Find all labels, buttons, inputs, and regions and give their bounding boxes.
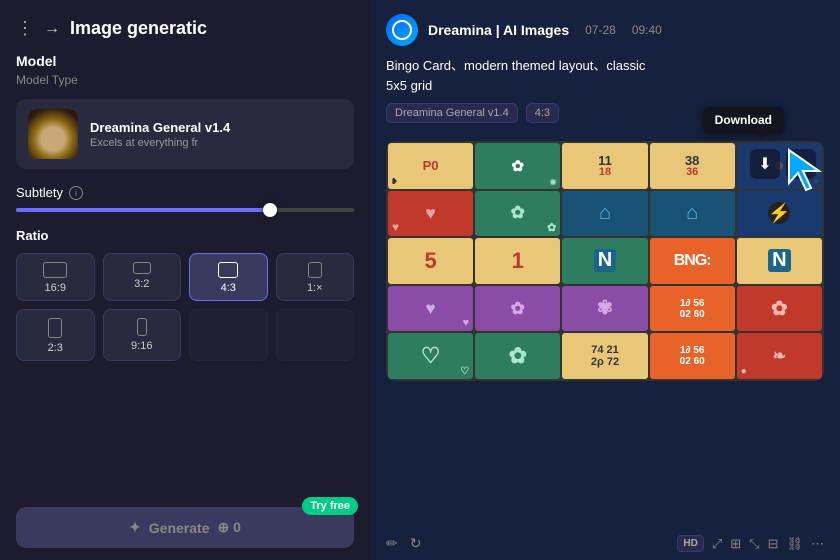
- cell-r4c4: 1∂ 56 02 60: [650, 286, 735, 332]
- model-thumbnail: [28, 109, 78, 159]
- model-type-label: Model Type: [16, 73, 354, 87]
- resize1-icon[interactable]: ⤡: [749, 536, 759, 552]
- image-wrapper: Download ⬇ ⧉ P0 ❥ ✿ ❋ 11: [386, 141, 824, 523]
- crop-icon[interactable]: ⊟: [768, 536, 779, 552]
- cell-r1c2: ✿ ❋: [475, 143, 560, 189]
- footer-left: ✏ ↻: [386, 535, 421, 552]
- arrow-icon: →: [44, 20, 60, 38]
- try-free-badge: Try free: [302, 497, 358, 515]
- ratio-btn-empty2: [276, 309, 355, 361]
- chat-prompt: Bingo Card、modern themed layout、classic …: [386, 56, 824, 95]
- cell-r4c2: ✿: [475, 286, 560, 332]
- cell-r4c1: ♥ ♥: [388, 286, 473, 332]
- image-overlay-controls: ⬇ ⧉: [750, 149, 816, 179]
- app-name: Dreamina | AI Images: [428, 22, 569, 38]
- ratio-btn-169[interactable]: 16:9: [16, 253, 95, 301]
- link-icon[interactable]: ⛓: [786, 536, 803, 552]
- cell-r2c5: ⚡: [737, 191, 822, 237]
- image-footer: ✏ ↻ HD ⤢ ⊞ ⤡ ⊟ ⛓ ⋯: [370, 527, 840, 560]
- cell-r3c4: BNG:: [650, 238, 735, 284]
- cell-r2c3: ⌂: [562, 191, 647, 237]
- generate-button[interactable]: ✦ Generate ⊕ 0 Try free: [16, 507, 354, 548]
- ratio-btn-empty1: [189, 309, 268, 361]
- ratio-btn-1t[interactable]: 1:×: [276, 253, 355, 301]
- chat-header: Dreamina | AI Images 07-28 09:40: [370, 0, 840, 56]
- edit-icon[interactable]: ✏: [386, 535, 398, 552]
- ratio-btn-43[interactable]: 4:3: [189, 253, 268, 301]
- cell-r3c1: 5: [388, 238, 473, 284]
- chat-date: 07-28: [585, 23, 616, 37]
- panel-title: Image generatic: [70, 18, 207, 39]
- tag-model: Dreamina General v1.4: [386, 103, 518, 123]
- generate-count: ⊕ 0: [218, 519, 241, 536]
- cell-r5c3: 74 21 2ρ 72: [562, 333, 647, 379]
- left-panel: ⋮ → Image generatic Model Model Type Dre…: [0, 0, 370, 560]
- generate-label: Generate: [149, 520, 210, 536]
- cell-r2c2: ✿ ✿: [475, 191, 560, 237]
- subtlety-label: Subtlety: [16, 185, 63, 200]
- chat-hour: 09:40: [632, 23, 662, 37]
- model-desc: Excels at everything fr: [90, 137, 342, 149]
- panel-header: ⋮ → Image generatic: [0, 0, 370, 53]
- ratio-btn-23[interactable]: 2:3: [16, 309, 95, 361]
- cell-r4c5: ✿: [737, 286, 822, 332]
- ratio-label: Ratio: [16, 228, 354, 243]
- more-icon[interactable]: ⋯: [811, 536, 824, 552]
- right-panel: Dreamina | AI Images 07-28 09:40 Bingo C…: [370, 0, 840, 560]
- model-info: Dreamina General v1.4 Excels at everythi…: [90, 120, 342, 149]
- download-tooltip: Download: [703, 107, 784, 133]
- generate-icon: ✦: [129, 519, 141, 536]
- ratio-btn-32[interactable]: 3:2: [103, 253, 182, 301]
- refresh-icon[interactable]: ↻: [410, 535, 422, 552]
- ratio-grid-row1: 16:9 3:2 4:3 1:×: [16, 253, 354, 301]
- cell-r3c3: N: [562, 238, 647, 284]
- cell-r5c2: ✿: [475, 333, 560, 379]
- ratio-btn-916[interactable]: 9:16: [103, 309, 182, 361]
- subtlety-slider[interactable]: [16, 208, 354, 212]
- cell-r5c1: ♡ ♡: [388, 333, 473, 379]
- image-icon[interactable]: ⊞: [730, 536, 741, 552]
- cell-r3c5: N: [737, 238, 822, 284]
- menu-icon[interactable]: ⋮: [16, 18, 34, 39]
- left-content: Model Model Type Dreamina General v1.4 E…: [0, 53, 370, 361]
- enhance-icon[interactable]: ⤢: [712, 536, 722, 552]
- cell-r2c1: ♥ ♥: [388, 191, 473, 237]
- cell-r1c4: 38 36: [650, 143, 735, 189]
- cell-r2c4: ⌂: [650, 191, 735, 237]
- cell-r5c5: ❧ ●: [737, 333, 822, 379]
- cell-r1c1: P0 ❥: [388, 143, 473, 189]
- cell-r5c4: 1∂ 56 02 60: [650, 333, 735, 379]
- tag-ratio: 4:3: [526, 103, 559, 123]
- model-section-label: Model: [16, 53, 354, 69]
- cell-r1c3: 11 18: [562, 143, 647, 189]
- cell-r4c3: ✾: [562, 286, 647, 332]
- subtlety-row: Subtlety i: [16, 185, 354, 200]
- model-name: Dreamina General v1.4: [90, 120, 342, 135]
- cell-r3c2: 1: [475, 238, 560, 284]
- model-card[interactable]: Dreamina General v1.4 Excels at everythi…: [16, 99, 354, 169]
- footer-right: HD ⤢ ⊞ ⤡ ⊟ ⛓ ⋯: [677, 535, 824, 552]
- copy-button[interactable]: ⧉: [786, 149, 816, 179]
- ratio-grid-row2: 2:3 9:16: [16, 309, 354, 361]
- app-avatar: [386, 14, 418, 46]
- info-icon: i: [69, 186, 83, 200]
- generate-area: ✦ Generate ⊕ 0 Try free: [0, 495, 370, 560]
- download-button[interactable]: ⬇: [750, 149, 780, 179]
- hd-badge[interactable]: HD: [677, 535, 703, 552]
